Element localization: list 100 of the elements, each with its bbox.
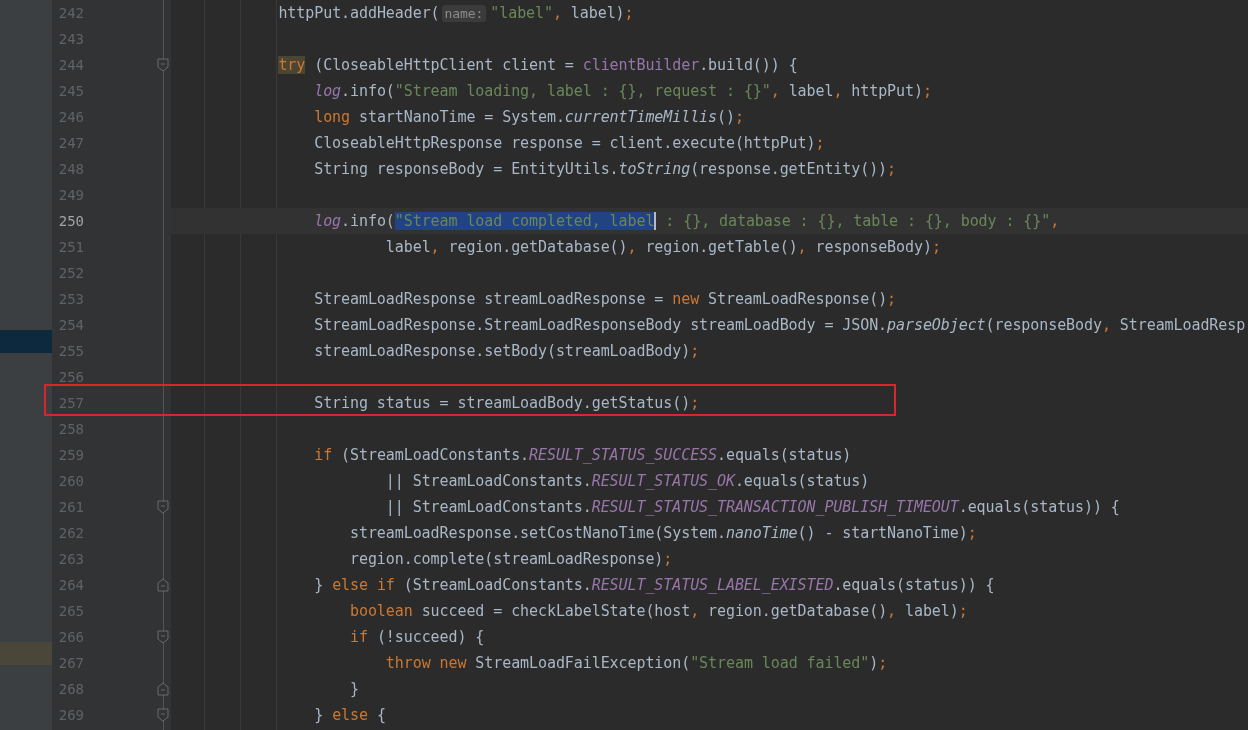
code-text: StreamLoadResp bbox=[1119, 316, 1246, 334]
string-literal: : {}, database : {}, table : {}, body : {}" bbox=[665, 212, 1051, 230]
code-text: StreamLoadResponse streamLoadResponse = bbox=[314, 290, 665, 308]
punctuation: , bbox=[552, 4, 562, 22]
keyword: long bbox=[314, 108, 351, 126]
punctuation: ; bbox=[734, 108, 744, 126]
code-text: } bbox=[314, 576, 325, 594]
punctuation: ; bbox=[922, 82, 932, 100]
code-text: startNanoTime = System. bbox=[359, 108, 565, 126]
field-name: log bbox=[314, 212, 342, 230]
punctuation: , bbox=[627, 238, 637, 256]
parameter-hint: name: bbox=[441, 5, 487, 22]
punctuation: , bbox=[770, 82, 780, 100]
code-text: label) bbox=[905, 602, 959, 620]
line-number: 250 bbox=[57, 212, 84, 231]
method-name: nanoTime bbox=[725, 524, 798, 542]
punctuation: , bbox=[690, 602, 700, 620]
fold-icon[interactable] bbox=[157, 578, 169, 592]
code-text: } bbox=[350, 680, 359, 698]
code-text: String status = streamLoadBody.getStatus() bbox=[314, 394, 691, 412]
punctuation: , bbox=[1050, 212, 1060, 230]
code-text: .info( bbox=[341, 82, 395, 100]
code-text: || StreamLoadConstants. bbox=[385, 498, 592, 516]
code-text: streamLoadResponse.setCostNanoTime(System. bbox=[350, 524, 726, 542]
field-name: RESULT_STATUS_TRANSACTION_PUBLISH_TIMEOUT bbox=[591, 498, 959, 516]
field-name: RESULT_STATUS_SUCCESS bbox=[529, 446, 717, 464]
keyword: if bbox=[350, 628, 368, 646]
code-text: label bbox=[788, 82, 834, 100]
code-text: (!succeed) { bbox=[376, 628, 485, 646]
code-text: streamLoadResponse.setBody(streamLoadBody) bbox=[314, 342, 691, 360]
keyword: new bbox=[672, 290, 700, 308]
fold-icon[interactable] bbox=[157, 708, 169, 722]
code-text: (response.getEntity()) bbox=[690, 160, 888, 178]
method-name: parseObject bbox=[887, 316, 986, 334]
field-name: RESULT_STATUS_OK bbox=[591, 472, 735, 490]
code-text: region.getTable() bbox=[645, 238, 798, 256]
code-text: () bbox=[717, 108, 735, 126]
code-text: } bbox=[314, 706, 325, 724]
punctuation: ; bbox=[967, 524, 977, 542]
field-name: clientBuilder bbox=[582, 56, 700, 74]
code-text: label bbox=[385, 238, 431, 256]
code-text: .equals(status) bbox=[717, 446, 852, 464]
keyword: boolean bbox=[350, 602, 413, 620]
code-text: || StreamLoadConstants. bbox=[385, 472, 592, 490]
code-text: (CloseableHttpClient client = bbox=[314, 56, 575, 74]
code-text: region.getDatabase() bbox=[448, 238, 628, 256]
punctuation: ; bbox=[815, 134, 825, 152]
code-text: httpPut) bbox=[851, 82, 923, 100]
method-name: currentTimeMillis bbox=[564, 108, 718, 126]
punctuation: ; bbox=[690, 342, 700, 360]
keyword: else bbox=[332, 706, 368, 724]
keyword: throw new bbox=[385, 654, 467, 672]
method-name: toString bbox=[618, 160, 691, 178]
string-literal: "Stream loading, label : {}, request : {}" bbox=[394, 82, 771, 100]
matched-keyword: try bbox=[278, 56, 306, 74]
code-text: StreamLoadResponse.StreamLoadResponseBody streamLoadBody = JSON. bbox=[314, 316, 888, 334]
fold-icon[interactable] bbox=[157, 682, 169, 696]
string-literal: "Stream load failed" bbox=[690, 654, 870, 672]
code-text: .equals(status) bbox=[734, 472, 870, 490]
fold-icon[interactable] bbox=[157, 58, 169, 72]
code-text: .equals(status)) { bbox=[958, 498, 1120, 516]
code-text: responseBody) bbox=[815, 238, 932, 256]
punctuation: , bbox=[833, 82, 843, 100]
punctuation: , bbox=[797, 238, 807, 256]
code-text: .equals(status)) { bbox=[833, 576, 995, 594]
code-text: httpPut.addHeader( bbox=[278, 4, 440, 22]
punctuation: ; bbox=[958, 602, 968, 620]
field-name: RESULT_STATUS_LABEL_EXISTED bbox=[591, 576, 834, 594]
punctuation: ; bbox=[663, 550, 673, 568]
punctuation: ; bbox=[690, 394, 700, 412]
code-text: label) bbox=[570, 4, 625, 22]
punctuation: ; bbox=[931, 238, 941, 256]
code-text: StreamLoadResponse() bbox=[708, 290, 888, 308]
code-text: String responseBody = EntityUtils. bbox=[314, 160, 619, 178]
code-text: region.getDatabase() bbox=[708, 602, 888, 620]
string-literal: "label" bbox=[490, 4, 553, 22]
punctuation: ; bbox=[878, 654, 888, 672]
punctuation: ; bbox=[624, 4, 634, 22]
keyword: if bbox=[314, 446, 333, 464]
punctuation: , bbox=[887, 602, 897, 620]
code-text: ) bbox=[869, 654, 879, 672]
code-text: (StreamLoadConstants. bbox=[341, 446, 530, 464]
punctuation: , bbox=[430, 238, 440, 256]
code-text: StreamLoadFailException( bbox=[475, 654, 691, 672]
code-text: () - startNanoTime) bbox=[797, 524, 968, 542]
punctuation: , bbox=[1101, 316, 1111, 334]
code-text: .build()) { bbox=[699, 56, 798, 74]
keyword: else if bbox=[332, 576, 395, 594]
code-text: succeed = checkLabelState(host bbox=[421, 602, 691, 620]
punctuation: ; bbox=[887, 160, 897, 178]
code-text: (StreamLoadConstants. bbox=[403, 576, 592, 594]
punctuation: ; bbox=[887, 290, 897, 308]
code-text: (responseBody bbox=[985, 316, 1102, 334]
fold-icon[interactable] bbox=[157, 630, 169, 644]
code-text: .info( bbox=[341, 212, 395, 230]
fold-icon[interactable] bbox=[157, 500, 169, 514]
code-text: CloseableHttpResponse response = client.execute(httpPut) bbox=[314, 134, 816, 152]
selected-text: "Stream load completed, label bbox=[394, 212, 657, 230]
code-text: region.complete(streamLoadResponse) bbox=[350, 550, 664, 568]
field-name: log bbox=[314, 82, 342, 100]
